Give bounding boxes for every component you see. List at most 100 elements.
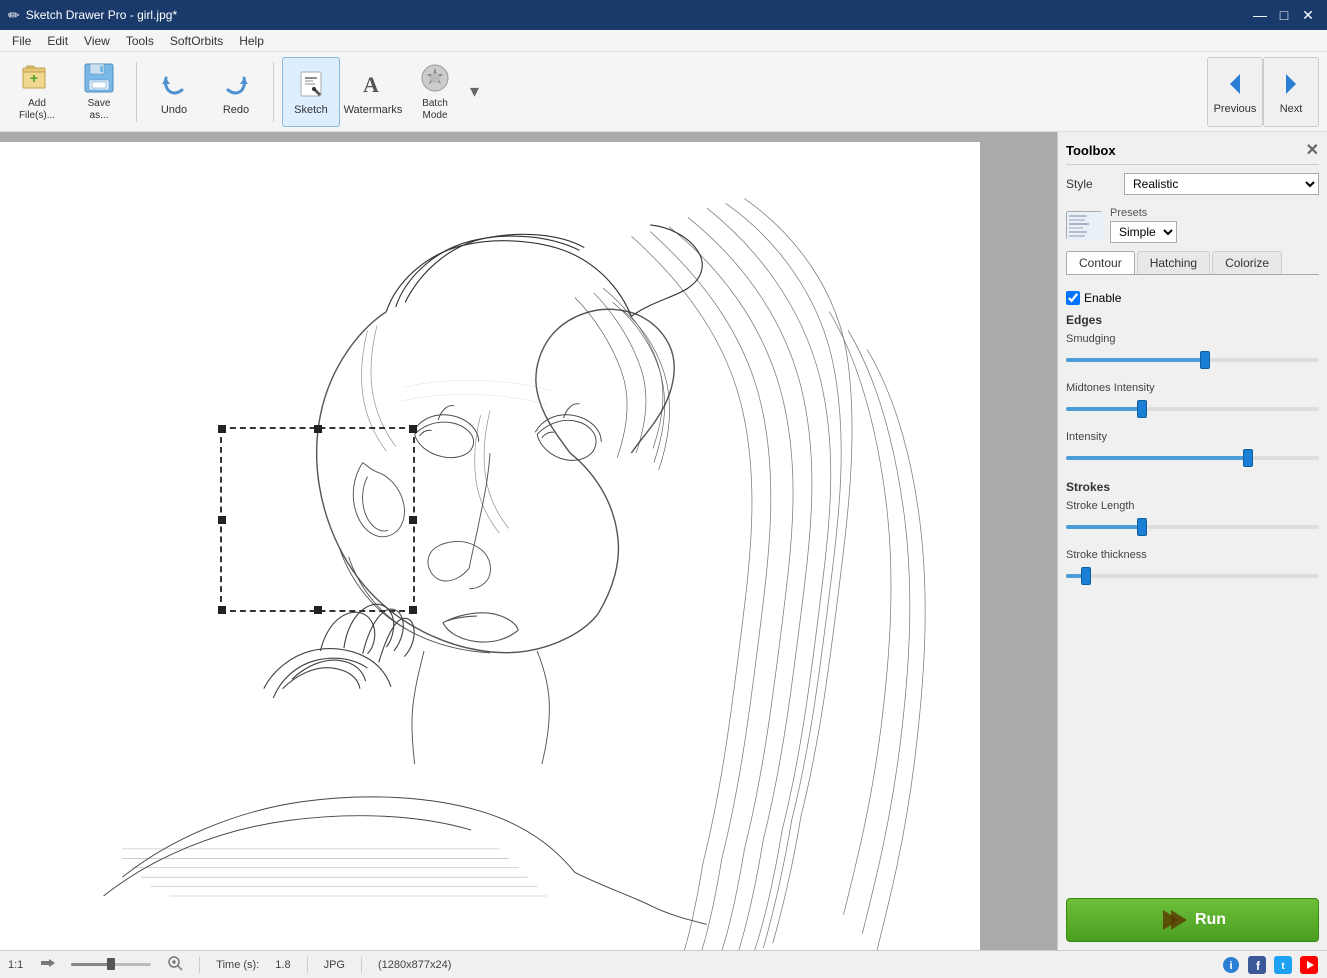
tab-hatching[interactable]: Hatching bbox=[1137, 251, 1210, 274]
maximize-button[interactable]: □ bbox=[1273, 4, 1295, 26]
svg-text:i: i bbox=[1229, 960, 1232, 972]
enable-label[interactable]: Enable bbox=[1084, 291, 1121, 305]
edges-section-label: Edges bbox=[1066, 313, 1319, 327]
midtones-thumb[interactable] bbox=[1137, 400, 1147, 418]
save-icon bbox=[83, 62, 115, 94]
batch-mode-button[interactable]: BatchMode bbox=[406, 57, 464, 127]
toolbox-panel: Toolbox ✕ Style Realistic bbox=[1057, 132, 1327, 950]
info-button[interactable]: i bbox=[1221, 955, 1241, 975]
canvas-background bbox=[0, 132, 1057, 950]
menu-edit[interactable]: Edit bbox=[39, 32, 76, 50]
next-arrow-icon bbox=[1276, 69, 1306, 99]
time-label: Time (s): bbox=[216, 959, 259, 971]
status-icons: i f t bbox=[1221, 955, 1319, 975]
smudging-slider-container: Smudging bbox=[1066, 333, 1319, 372]
smudging-thumb[interactable] bbox=[1200, 351, 1210, 369]
more-options-indicator: ▾ bbox=[470, 81, 479, 102]
sketch-canvas[interactable] bbox=[0, 142, 980, 950]
sketch-icon bbox=[295, 68, 327, 100]
toolbar-separator-2 bbox=[273, 62, 274, 122]
toolbox-title: Toolbox bbox=[1066, 143, 1116, 158]
toolbox-spacer bbox=[1066, 614, 1319, 890]
intensity-slider-container: Intensity bbox=[1066, 431, 1319, 470]
enable-checkbox[interactable] bbox=[1066, 291, 1080, 305]
status-sep-3 bbox=[361, 957, 362, 973]
style-label: Style bbox=[1066, 177, 1116, 191]
run-button[interactable]: Run bbox=[1066, 898, 1319, 942]
previous-label: Previous bbox=[1214, 103, 1257, 115]
tab-contour[interactable]: Contour bbox=[1066, 251, 1135, 274]
strokes-section-label: Strokes bbox=[1066, 480, 1319, 494]
add-files-button[interactable]: + AddFile(s)... bbox=[8, 57, 66, 127]
undo-button[interactable]: Undo bbox=[145, 57, 203, 127]
stroke-length-thumb[interactable] bbox=[1137, 518, 1147, 536]
canvas-area[interactable] bbox=[0, 132, 1057, 950]
stroke-thickness-thumb[interactable] bbox=[1081, 567, 1091, 585]
sketch-button[interactable]: Sketch bbox=[282, 57, 340, 127]
toolbar-nav: Previous Next bbox=[1207, 57, 1319, 127]
facebook-button[interactable]: f bbox=[1247, 955, 1267, 975]
redo-label: Redo bbox=[223, 104, 249, 116]
format-label: JPG bbox=[324, 959, 345, 971]
tabs: Contour Hatching Colorize bbox=[1066, 251, 1319, 275]
zoom-slider-thumb[interactable] bbox=[107, 958, 115, 970]
watermarks-icon: A bbox=[357, 68, 389, 100]
main-area: Toolbox ✕ Style Realistic bbox=[0, 132, 1327, 950]
undo-label: Undo bbox=[161, 104, 187, 116]
presets-label: Presets bbox=[1110, 207, 1319, 219]
toolbox-close-button[interactable]: ✕ bbox=[1306, 140, 1319, 160]
run-label: Run bbox=[1195, 911, 1226, 929]
menu-tools[interactable]: Tools bbox=[118, 32, 162, 50]
menu-softorbits[interactable]: SoftOrbits bbox=[162, 32, 231, 50]
add-icon: + bbox=[21, 62, 53, 94]
next-label: Next bbox=[1280, 103, 1303, 115]
zoom-icon-small bbox=[39, 955, 55, 974]
time-value: 1.8 bbox=[275, 959, 290, 971]
style-row: Style Realistic bbox=[1066, 173, 1319, 195]
stroke-length-label: Stroke Length bbox=[1066, 500, 1319, 512]
svg-text:A: A bbox=[363, 72, 379, 97]
zoom-in-icon bbox=[167, 955, 183, 974]
status-sep-1 bbox=[199, 957, 200, 973]
minimize-button[interactable]: — bbox=[1249, 4, 1271, 26]
svg-text:+: + bbox=[30, 70, 38, 86]
save-as-button[interactable]: Saveas... bbox=[70, 57, 128, 127]
presets-row: Presets Simple bbox=[1066, 207, 1319, 243]
presets-select[interactable]: Simple bbox=[1110, 221, 1177, 243]
intensity-thumb[interactable] bbox=[1243, 449, 1253, 467]
close-button[interactable]: ✕ bbox=[1297, 4, 1319, 26]
style-select[interactable]: Realistic bbox=[1124, 173, 1319, 195]
smudging-label: Smudging bbox=[1066, 333, 1319, 345]
toolbar: + AddFile(s)... Saveas... Undo bbox=[0, 52, 1327, 132]
sketch-drawing bbox=[0, 142, 980, 950]
watermarks-label: Watermarks bbox=[344, 104, 403, 116]
next-button[interactable]: Next bbox=[1263, 57, 1319, 127]
contour-tab-content: Enable Edges Smudging Midtones Intensity bbox=[1066, 283, 1319, 606]
stroke-thickness-slider-container: Stroke thickness bbox=[1066, 549, 1319, 588]
sketch-label: Sketch bbox=[294, 104, 328, 116]
redo-icon bbox=[220, 68, 252, 100]
previous-button[interactable]: Previous bbox=[1207, 57, 1263, 127]
zoom-ratio: 1:1 bbox=[8, 959, 23, 971]
presets-thumbnail bbox=[1067, 212, 1103, 240]
midtones-label: Midtones Intensity bbox=[1066, 382, 1319, 394]
stroke-length-slider-container: Stroke Length bbox=[1066, 500, 1319, 539]
youtube-button[interactable] bbox=[1299, 955, 1319, 975]
menu-file[interactable]: File bbox=[4, 32, 39, 50]
app-icon: ✏ bbox=[8, 7, 20, 24]
menu-view[interactable]: View bbox=[76, 32, 118, 50]
title-bar: ✏ Sketch Drawer Pro - girl.jpg* — □ ✕ bbox=[0, 0, 1327, 30]
batch-mode-label: BatchMode bbox=[422, 98, 448, 122]
redo-button[interactable]: Redo bbox=[207, 57, 265, 127]
watermarks-button[interactable]: A Watermarks bbox=[344, 57, 402, 127]
tab-colorize[interactable]: Colorize bbox=[1212, 251, 1282, 274]
stroke-thickness-label: Stroke thickness bbox=[1066, 549, 1319, 561]
menu-help[interactable]: Help bbox=[231, 32, 272, 50]
batch-icon bbox=[419, 62, 451, 94]
twitter-button[interactable]: t bbox=[1273, 955, 1293, 975]
save-as-label: Saveas... bbox=[88, 98, 111, 122]
previous-arrow-icon bbox=[1220, 69, 1250, 99]
status-sep-2 bbox=[307, 957, 308, 973]
enable-row: Enable bbox=[1066, 291, 1319, 305]
status-bar: 1:1 Time (s): 1.8 JPG (1280x877x24) i bbox=[0, 950, 1327, 978]
